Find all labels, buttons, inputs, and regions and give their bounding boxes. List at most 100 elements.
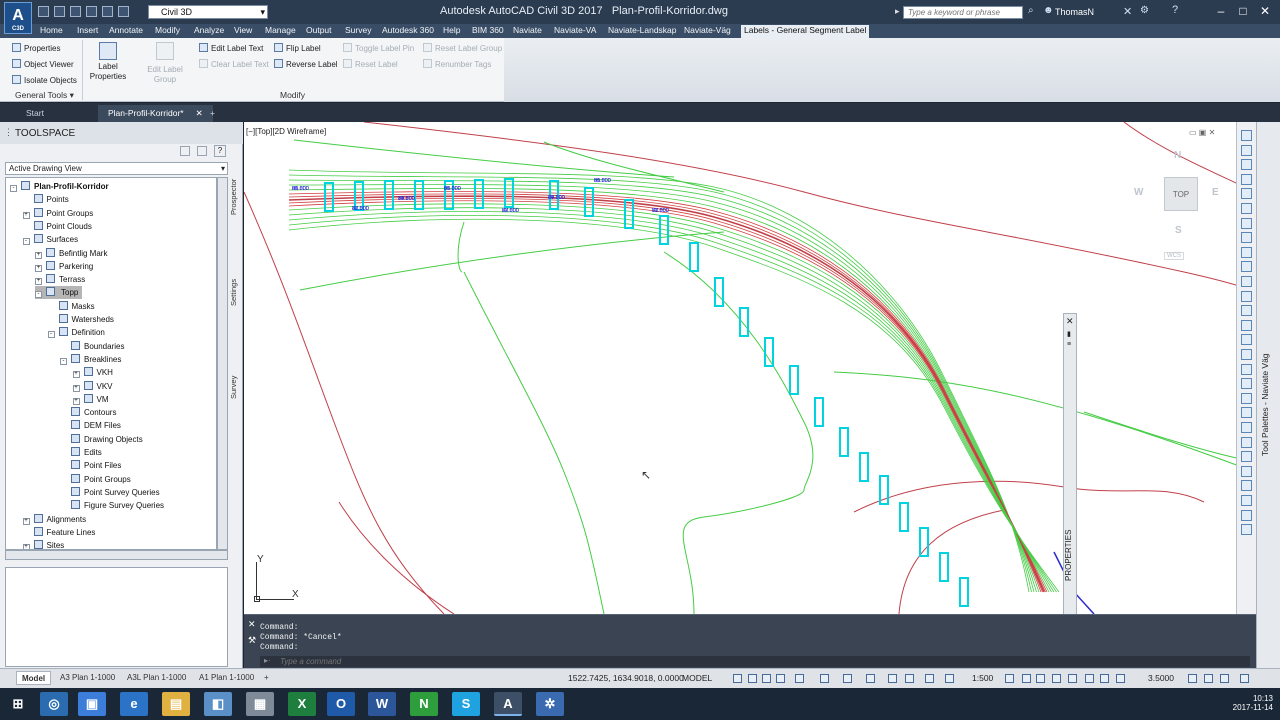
status-toggle-icon[interactable] [1220,674,1229,683]
menu-item[interactable]: Help [443,25,460,35]
calculator-icon[interactable]: ▦ [246,692,274,716]
status-toggle-icon[interactable] [1188,674,1197,683]
word-icon[interactable]: W [368,692,396,716]
menu-item[interactable]: Modify [155,25,180,35]
palette-tool-icon[interactable] [1241,363,1252,375]
status-toggle-icon[interactable] [925,674,934,683]
viewport-window-controls[interactable]: ▭ ▣ ✕ [1189,128,1215,137]
app-shortcut-icon[interactable]: ◧ [204,692,232,716]
tree-item[interactable]: Boundaries [60,340,124,353]
status-toggle-icon[interactable] [866,674,875,683]
menu-item[interactable]: BIM 360 [472,25,504,35]
tab-survey[interactable]: Survey [229,367,241,407]
status-toggle-icon[interactable] [748,674,757,683]
palette-tool-icon[interactable] [1241,407,1252,419]
tab-settings[interactable]: Settings [229,262,241,322]
station-marker[interactable] [504,178,514,208]
station-marker[interactable] [814,397,824,427]
maximize-button[interactable]: □ [1232,2,1254,20]
palette-tool-icon[interactable] [1241,378,1252,390]
tree-item[interactable]: + Parkering [35,260,93,273]
station-marker[interactable] [919,527,929,557]
excel-icon[interactable]: X [288,692,316,716]
properties-button[interactable]: Properties [12,43,60,53]
outlook-icon[interactable]: O [327,692,355,716]
palette-tool-icon[interactable] [1241,130,1252,141]
palette-tool-icon[interactable] [1241,217,1252,229]
station-marker[interactable] [739,307,749,337]
show-item-preview-icon[interactable] [180,146,190,156]
edit-label-text-button[interactable]: Edit Label Text [199,43,263,53]
search-arrow-icon[interactable]: ▸ [895,6,900,17]
wrench-icon[interactable]: ⚒ [248,635,256,646]
model-space-toggle[interactable]: MODEL [682,673,712,683]
flip-label-button[interactable]: Flip Label [274,43,321,53]
menu-item[interactable]: Output [306,25,332,35]
compass-west[interactable]: W [1134,187,1143,198]
auto-hide-icon[interactable]: ▮ [1067,330,1071,338]
tree-item[interactable]: - Topp [35,286,83,300]
expand-icon[interactable]: + [35,278,42,286]
collapse-icon[interactable]: - [47,331,55,339]
tree-item[interactable]: Point Survey Queries [60,486,160,499]
status-toggle-icon[interactable] [776,674,785,683]
station-marker[interactable] [899,502,909,532]
toggle-label-pin-button[interactable]: Toggle Label Pin [343,43,414,53]
station-marker[interactable] [689,242,699,272]
menu-item[interactable]: Labels - General Segment Label [741,25,870,38]
palette-tool-icon[interactable] [1241,480,1252,492]
station-marker[interactable] [859,452,869,482]
print-icon[interactable] [86,6,97,17]
tree-horizontal-scrollbar[interactable] [5,550,228,560]
toggle-item-view-icon[interactable] [197,146,207,156]
status-toggle-icon[interactable] [733,674,742,683]
expand-icon[interactable]: + [72,371,80,379]
menu-item[interactable]: Manage [265,25,296,35]
workspace-select[interactable]: Civil 3D ▾ [148,5,268,19]
palette-tool-icon[interactable] [1241,159,1252,171]
system-clock[interactable]: 10:13 2017-11-14 [1225,694,1273,712]
tree-item[interactable]: Contours [60,406,116,419]
isolate-objects-button[interactable]: Isolate Objects [12,75,77,85]
wcs-menu[interactable]: WCS [1164,252,1184,260]
help-icon[interactable]: ? [214,145,226,157]
tab-model[interactable]: Model [16,671,52,685]
palette-tool-icon[interactable] [1241,173,1252,185]
palette-tool-icon[interactable] [1241,305,1252,317]
view-select[interactable]: Active Drawing View ▾ [5,162,228,175]
close-button[interactable]: ✕ [1254,2,1276,20]
status-toggle-icon[interactable] [1100,674,1109,683]
compass-north[interactable]: N [1174,150,1181,161]
new-layout-button[interactable]: + [259,671,274,685]
menu-item[interactable]: Naviate-VA [554,25,596,35]
tree-item[interactable]: - Breaklines [60,353,121,366]
tree-item[interactable]: Point Groups [60,473,131,486]
station-marker[interactable] [764,337,774,367]
station-marker[interactable] [324,182,334,212]
menu-item[interactable]: Insert [77,25,98,35]
tree-item[interactable]: + Alignments [22,513,86,526]
status-toggle-icon[interactable] [762,674,771,683]
settings-app-icon[interactable]: ✲ [536,692,564,716]
menu-item[interactable]: Annotate [109,25,143,35]
palette-tool-icon[interactable] [1241,436,1252,448]
collapse-icon[interactable]: - [10,185,17,192]
naviate-icon[interactable]: N [410,692,438,716]
palette-tool-icon[interactable] [1241,276,1252,287]
reset-label-group-button[interactable]: Reset Label Group [423,43,502,53]
annotation-scale[interactable]: 1:500 [972,673,993,683]
tree-item[interactable]: Point Clouds [23,220,92,233]
windows-start-icon[interactable]: ⊞ [4,692,32,716]
palette-tool-icon[interactable] [1241,392,1252,404]
status-toggle-icon[interactable] [820,674,829,683]
status-toggle-icon[interactable] [1005,674,1014,683]
tab-prospector[interactable]: Prospector [229,167,241,227]
status-toggle-icon[interactable] [1022,674,1031,683]
status-toggle-icon[interactable] [1068,674,1077,683]
search-icon[interactable]: ⌕ [1028,5,1034,16]
panel-menu-icon[interactable]: ⋮ [4,127,13,138]
menu-item[interactable]: Survey [345,25,371,35]
tree-item[interactable]: + VM [72,393,109,406]
collapse-icon[interactable]: - [60,357,67,365]
tree-item[interactable]: Point Files [60,459,121,472]
